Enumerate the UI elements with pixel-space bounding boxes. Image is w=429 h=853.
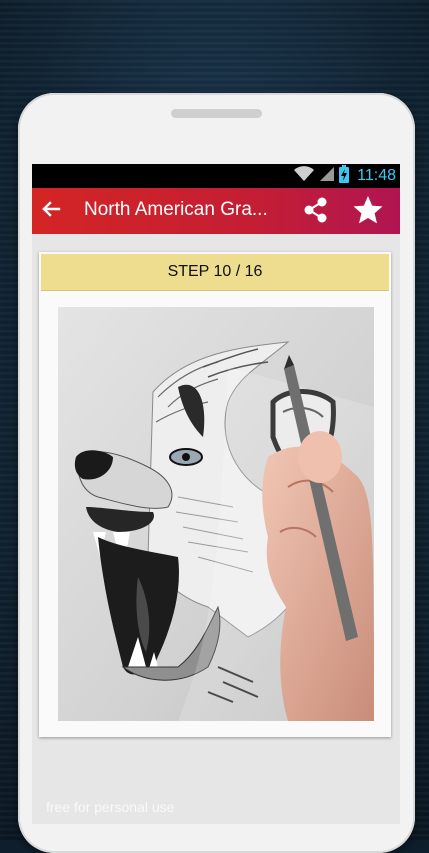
- back-button[interactable]: [36, 196, 66, 226]
- battery-icon: [339, 164, 350, 188]
- share-icon: [302, 196, 330, 229]
- step-drawing-image: [58, 307, 374, 721]
- signal-icon: [319, 166, 335, 187]
- status-bar: 11:48: [32, 164, 400, 188]
- app-title: North American Gra...: [84, 199, 268, 220]
- wifi-icon: [293, 165, 315, 187]
- app-screen: 11:48 North American Gra... STEP 10 / 16…: [32, 164, 400, 824]
- favorite-button[interactable]: [350, 194, 386, 230]
- step-card: STEP 10 / 16: [39, 252, 391, 737]
- star-icon: [352, 194, 384, 231]
- app-bar: North American Gra...: [32, 188, 400, 234]
- share-button[interactable]: [300, 196, 332, 228]
- watermark-text: free for personal use: [46, 799, 175, 815]
- phone-speaker: [171, 109, 262, 118]
- phone-frame: 11:48 North American Gra... STEP 10 / 16…: [18, 93, 415, 853]
- status-time: 11:48: [357, 167, 396, 184]
- arrow-left-icon: [40, 198, 62, 225]
- step-indicator: STEP 10 / 16: [41, 254, 389, 291]
